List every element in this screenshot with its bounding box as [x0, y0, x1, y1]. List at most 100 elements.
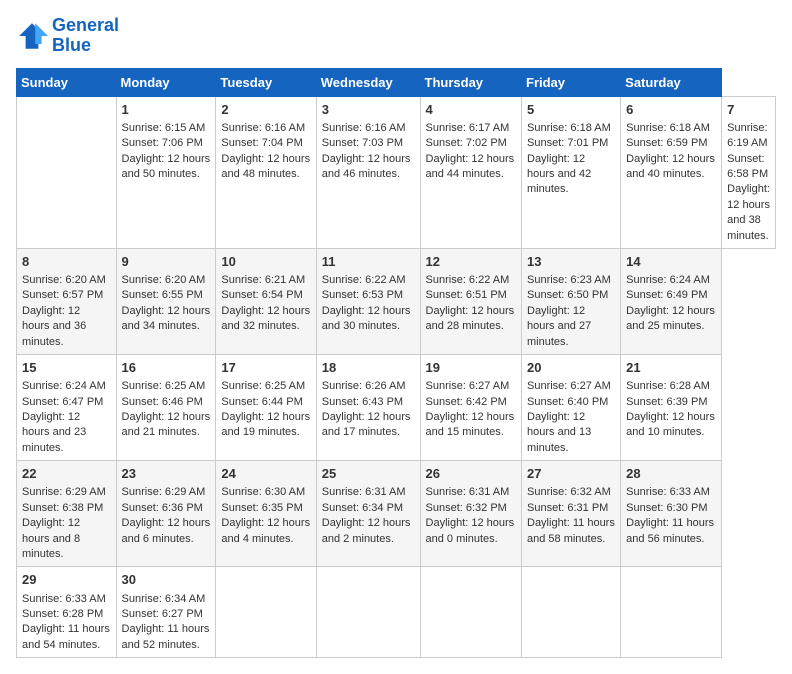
sunrise: Sunrise: 6:29 AM — [122, 486, 206, 498]
day-number: 5 — [527, 101, 615, 119]
sunset: Sunset: 6:59 PM — [626, 137, 707, 149]
calendar-cell: 6Sunrise: 6:18 AMSunset: 6:59 PMDaylight… — [621, 96, 722, 248]
daylight: Daylight: 12 hours and 27 minutes. — [527, 305, 591, 348]
col-header-saturday: Saturday — [621, 68, 722, 96]
day-number: 10 — [221, 253, 310, 271]
logo-text: General Blue — [52, 16, 119, 56]
sunset: Sunset: 6:50 PM — [527, 289, 608, 301]
week-row: 15 Sunrise: 6:24 AM Sunset: 6:47 PM Dayligh… — [17, 355, 776, 461]
day-number: 26 — [426, 465, 516, 483]
daylight: Daylight: 11 hours and 54 minutes. — [22, 623, 110, 650]
sunrise: Sunrise: 6:27 AM — [426, 380, 510, 392]
daylight: Daylight: 12 hours and 38 minutes. — [727, 183, 770, 241]
sunset: Sunset: 7:02 PM — [426, 137, 507, 149]
daylight: Daylight: 12 hours and 34 minutes. — [122, 305, 211, 332]
sunrise: Sunrise: 6:24 AM — [22, 380, 106, 392]
week-row: 1Sunrise: 6:15 AMSunset: 7:06 PMDaylight… — [17, 96, 776, 248]
day-number: 21 — [626, 359, 716, 377]
calendar-cell: 12Sunrise: 6:22 AMSunset: 6:51 PMDayligh… — [420, 248, 521, 354]
daylight: Daylight: 12 hours and 15 minutes. — [426, 411, 515, 438]
calendar-cell — [522, 567, 621, 658]
sunrise: Sunrise: 6:33 AM — [22, 593, 106, 605]
calendar-cell — [216, 567, 316, 658]
daylight: Daylight: 12 hours and 10 minutes. — [626, 411, 715, 438]
calendar-cell: 21 Sunrise: 6:28 AM Sunset: 6:39 PM Dayligh… — [621, 355, 722, 461]
day-number: 3 — [322, 101, 415, 119]
sunrise: Sunrise: 6:31 AM — [322, 486, 406, 498]
calendar-cell: 23Sunrise: 6:29 AMSunset: 6:36 PMDayligh… — [116, 461, 216, 567]
calendar-cell: 9Sunrise: 6:20 AMSunset: 6:55 PMDaylight… — [116, 248, 216, 354]
sunrise: Sunrise: 6:18 AM — [527, 122, 611, 134]
day-number: 18 — [322, 359, 415, 377]
sunrise: Sunrise: 6:30 AM — [221, 486, 305, 498]
sunset: Sunset: 6:31 PM — [527, 502, 608, 514]
calendar-cell: 19Sunrise: 6:27 AMSunset: 6:42 PMDayligh… — [420, 355, 521, 461]
day-number: 8 — [22, 253, 111, 271]
sunrise: Sunrise: 6:23 AM — [527, 274, 611, 286]
calendar-cell: 29Sunrise: 6:33 AMSunset: 6:28 PMDayligh… — [17, 567, 117, 658]
day-number: 9 — [122, 253, 211, 271]
daylight: Daylight: 12 hours and 19 minutes. — [221, 411, 310, 438]
sunset: Sunset: 6:39 PM — [626, 396, 707, 408]
day-number: 29 — [22, 571, 111, 589]
daylight: Daylight: 12 hours and 48 minutes. — [221, 153, 310, 180]
calendar-cell: 22Sunrise: 6:29 AMSunset: 6:38 PMDayligh… — [17, 461, 117, 567]
day-number: 17 — [221, 359, 310, 377]
calendar-cell: 16Sunrise: 6:25 AMSunset: 6:46 PMDayligh… — [116, 355, 216, 461]
sunrise: Sunrise: 6:21 AM — [221, 274, 305, 286]
daylight: Daylight: 12 hours and 17 minutes. — [322, 411, 411, 438]
day-number: 14 — [626, 253, 716, 271]
sunrise: Sunrise: 6:32 AM — [527, 486, 611, 498]
calendar-cell — [17, 96, 117, 248]
col-header-wednesday: Wednesday — [316, 68, 420, 96]
calendar-cell: 2Sunrise: 6:16 AMSunset: 7:04 PMDaylight… — [216, 96, 316, 248]
sunset: Sunset: 6:43 PM — [322, 396, 403, 408]
daylight: Daylight: 12 hours and 46 minutes. — [322, 153, 411, 180]
day-number: 27 — [527, 465, 615, 483]
sunset: Sunset: 6:51 PM — [426, 289, 507, 301]
sunrise: Sunrise: 6:22 AM — [426, 274, 510, 286]
calendar-table: SundayMondayTuesdayWednesdayThursdayFrid… — [16, 68, 776, 658]
sunrise: Sunrise: 6:31 AM — [426, 486, 510, 498]
col-header-monday: Monday — [116, 68, 216, 96]
sunset: Sunset: 6:34 PM — [322, 502, 403, 514]
daylight: Daylight: 11 hours and 56 minutes. — [626, 517, 714, 544]
daylight: Daylight: 12 hours and 0 minutes. — [426, 517, 515, 544]
sunrise: Sunrise: 6:27 AM — [527, 380, 611, 392]
sunset: Sunset: 6:44 PM — [221, 396, 302, 408]
daylight: Daylight: 12 hours and 30 minutes. — [322, 305, 411, 332]
sunset: Sunset: 6:47 PM — [22, 396, 103, 408]
day-number: 24 — [221, 465, 310, 483]
daylight: Daylight: 11 hours and 58 minutes. — [527, 517, 615, 544]
day-number: 23 — [122, 465, 211, 483]
col-header-friday: Friday — [522, 68, 621, 96]
sunrise: Sunrise: 6:16 AM — [322, 122, 406, 134]
calendar-cell: 1Sunrise: 6:15 AMSunset: 7:06 PMDaylight… — [116, 96, 216, 248]
calendar-cell: 5 Sunrise: 6:18 AM Sunset: 7:01 PM Daylight… — [522, 96, 621, 248]
sunrise: Sunrise: 6:20 AM — [22, 274, 106, 286]
daylight: Daylight: 12 hours and 13 minutes. — [527, 411, 591, 454]
daylight: Daylight: 12 hours and 40 minutes. — [626, 153, 715, 180]
sunrise: Sunrise: 6:20 AM — [122, 274, 206, 286]
col-header-tuesday: Tuesday — [216, 68, 316, 96]
calendar-cell — [420, 567, 521, 658]
day-number: 19 — [426, 359, 516, 377]
calendar-cell: 8Sunrise: 6:20 AMSunset: 6:57 PMDaylight… — [17, 248, 117, 354]
calendar-cell: 27 Sunrise: 6:32 AM Sunset: 6:31 PM Dayligh… — [522, 461, 621, 567]
day-number: 6 — [626, 101, 716, 119]
sunrise: Sunrise: 6:34 AM — [122, 593, 206, 605]
sunrise: Sunrise: 6:33 AM — [626, 486, 710, 498]
sunrise: Sunrise: 6:19 AM — [727, 122, 767, 149]
sunset: Sunset: 6:57 PM — [22, 289, 103, 301]
calendar-cell: 13Sunrise: 6:23 AMSunset: 6:50 PMDayligh… — [522, 248, 621, 354]
sunset: Sunset: 7:01 PM — [527, 137, 608, 149]
sunrise: Sunrise: 6:16 AM — [221, 122, 305, 134]
daylight: Daylight: 12 hours and 25 minutes. — [626, 305, 715, 332]
calendar-cell: 10Sunrise: 6:21 AMSunset: 6:54 PMDayligh… — [216, 248, 316, 354]
sunrise: Sunrise: 6:28 AM — [626, 380, 710, 392]
sunrise: Sunrise: 6:25 AM — [221, 380, 305, 392]
sunset: Sunset: 6:27 PM — [122, 608, 203, 620]
daylight: Daylight: 12 hours and 42 minutes. — [527, 153, 591, 196]
day-number: 11 — [322, 253, 415, 271]
day-number: 15 — [22, 359, 111, 377]
